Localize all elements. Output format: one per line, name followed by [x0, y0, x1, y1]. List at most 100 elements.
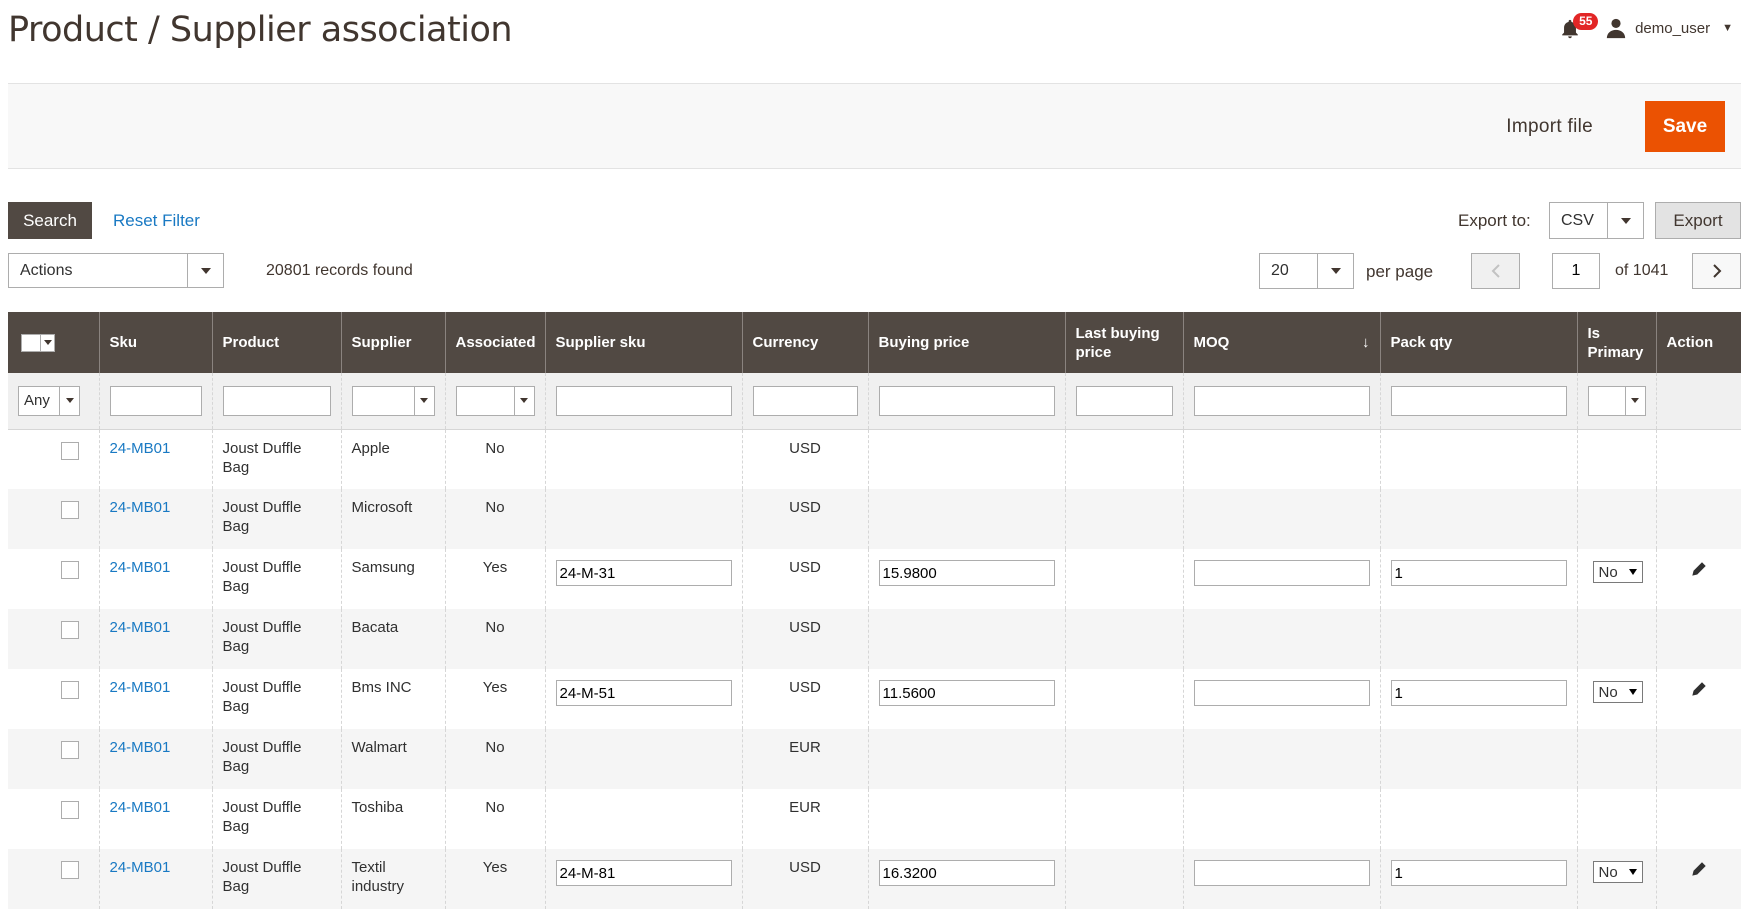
- total-pages: of 1041: [1615, 262, 1669, 279]
- column-header-buying-price[interactable]: Buying price: [867, 312, 1065, 373]
- row-checkbox[interactable]: [61, 741, 79, 759]
- page-title: Product / Supplier association: [8, 10, 513, 50]
- supplier-sku-input[interactable]: [555, 560, 732, 586]
- row-checkbox[interactable]: [61, 441, 79, 460]
- supplier-sku-input[interactable]: [555, 860, 732, 886]
- filter-currency-input[interactable]: [752, 385, 858, 416]
- supplier-sku-input[interactable]: [555, 680, 732, 706]
- pencil-icon[interactable]: [1691, 681, 1707, 697]
- product-name: Joust Duffle Bag: [211, 489, 341, 549]
- current-page-input[interactable]: [1552, 253, 1600, 289]
- is-primary-select[interactable]: No: [1592, 561, 1643, 583]
- table-row: 24-MB01 Joust Duffle Bag Microsoft No US…: [8, 489, 1741, 549]
- associated-value: No: [444, 729, 545, 789]
- per-page-select[interactable]: 20: [1259, 253, 1354, 289]
- buying-price-input[interactable]: [878, 560, 1055, 586]
- column-header-currency[interactable]: Currency: [741, 312, 868, 373]
- row-checkbox[interactable]: [61, 861, 79, 879]
- column-header-is-primary[interactable]: Is Primary: [1576, 312, 1656, 373]
- filter-pack-qty-input[interactable]: [1390, 385, 1567, 416]
- column-header-supplier[interactable]: Supplier: [340, 312, 445, 373]
- export-button[interactable]: Export: [1655, 202, 1741, 239]
- moq-cell: [1182, 729, 1380, 789]
- column-header-sku[interactable]: Sku: [98, 312, 212, 373]
- column-header-moq[interactable]: MOQ ↓: [1182, 312, 1380, 373]
- sku-link[interactable]: 24-MB01: [110, 499, 171, 516]
- chevron-down-icon: [1628, 869, 1637, 875]
- column-header-product[interactable]: Product: [211, 312, 341, 373]
- is-primary-select[interactable]: No: [1592, 861, 1643, 883]
- chevron-down-icon: [1607, 203, 1643, 238]
- supplier-sku-cell: [544, 429, 742, 489]
- column-header-supplier-sku[interactable]: Supplier sku: [544, 312, 742, 373]
- row-checkbox[interactable]: [61, 681, 79, 699]
- per-page-label: per page: [1366, 262, 1434, 281]
- moq-input[interactable]: [1193, 860, 1370, 886]
- buying-price-cell: [867, 669, 1065, 729]
- associated-value: Yes: [444, 849, 545, 909]
- mass-actions-select[interactable]: Actions: [8, 253, 224, 288]
- row-checkbox[interactable]: [61, 561, 79, 579]
- pencil-icon[interactable]: [1691, 861, 1707, 877]
- currency-value: USD: [741, 429, 868, 489]
- buying-price-input[interactable]: [878, 860, 1055, 886]
- chevron-down-icon: [1317, 254, 1353, 288]
- filter-last-buying-price-input[interactable]: [1075, 385, 1173, 416]
- sku-link[interactable]: 24-MB01: [110, 859, 171, 876]
- previous-page-button[interactable]: [1471, 253, 1520, 289]
- filter-is-primary-select[interactable]: [1587, 385, 1646, 416]
- last-buying-price-cell: [1064, 669, 1183, 729]
- import-file-button[interactable]: Import file: [1490, 102, 1609, 152]
- filter-buying-price-input[interactable]: [878, 385, 1055, 416]
- row-checkbox[interactable]: [61, 801, 79, 819]
- buying-price-input[interactable]: [878, 680, 1055, 706]
- sku-link[interactable]: 24-MB01: [110, 619, 171, 636]
- table-row: 24-MB01 Joust Duffle Bag Bms INC Yes USD…: [8, 669, 1741, 729]
- save-button[interactable]: Save: [1645, 101, 1725, 152]
- sku-link[interactable]: 24-MB01: [110, 679, 171, 696]
- moq-cell: [1182, 609, 1380, 669]
- buying-price-cell: [867, 729, 1065, 789]
- moq-input[interactable]: [1193, 560, 1370, 586]
- column-header-pack-qty[interactable]: Pack qty: [1379, 312, 1577, 373]
- admin-user-bar: 55 demo_user ▼: [1559, 13, 1733, 42]
- pack-qty-input[interactable]: [1390, 860, 1567, 886]
- filter-supplier-sku-input[interactable]: [555, 385, 732, 416]
- pack-qty-input[interactable]: [1390, 680, 1567, 706]
- notifications-button[interactable]: 55: [1559, 13, 1599, 42]
- moq-cell: [1182, 489, 1380, 549]
- search-button[interactable]: Search: [8, 202, 92, 239]
- reset-filter-link[interactable]: Reset Filter: [113, 211, 200, 231]
- column-header-associated[interactable]: Associated: [444, 312, 545, 373]
- sku-link[interactable]: 24-MB01: [110, 739, 171, 756]
- filter-product-input[interactable]: [222, 385, 331, 416]
- filter-supplier-select[interactable]: [351, 385, 435, 416]
- filter-select-any[interactable]: Any: [18, 385, 80, 416]
- moq-input[interactable]: [1193, 680, 1370, 706]
- sku-link[interactable]: 24-MB01: [110, 440, 171, 457]
- pack-qty-input[interactable]: [1390, 560, 1567, 586]
- row-checkbox[interactable]: [61, 501, 79, 519]
- product-name: Joust Duffle Bag: [211, 669, 341, 729]
- filter-moq-input[interactable]: [1193, 385, 1370, 416]
- filter-associated-select[interactable]: [455, 385, 535, 416]
- user-menu[interactable]: demo_user ▼: [1605, 17, 1733, 39]
- sku-link[interactable]: 24-MB01: [110, 799, 171, 816]
- row-checkbox[interactable]: [61, 621, 79, 639]
- is-primary-select[interactable]: No: [1592, 681, 1643, 703]
- currency-value: USD: [741, 549, 868, 609]
- mass-select-checkbox[interactable]: [21, 333, 55, 352]
- buying-price-cell: [867, 489, 1065, 549]
- pencil-icon[interactable]: [1691, 561, 1707, 577]
- next-page-button[interactable]: [1692, 253, 1741, 289]
- pack-qty-cell: [1379, 429, 1577, 489]
- sku-link[interactable]: 24-MB01: [110, 559, 171, 576]
- pack-qty-cell: [1379, 549, 1577, 609]
- filter-sku-input[interactable]: [109, 385, 202, 416]
- export-format-select[interactable]: CSV: [1549, 202, 1644, 239]
- column-header-last-buying-price[interactable]: Last buying price: [1064, 312, 1183, 373]
- last-buying-price-cell: [1064, 429, 1183, 489]
- associated-value: Yes: [444, 549, 545, 609]
- pack-qty-cell: [1379, 489, 1577, 549]
- notifications-count-badge: 55: [1573, 13, 1599, 30]
